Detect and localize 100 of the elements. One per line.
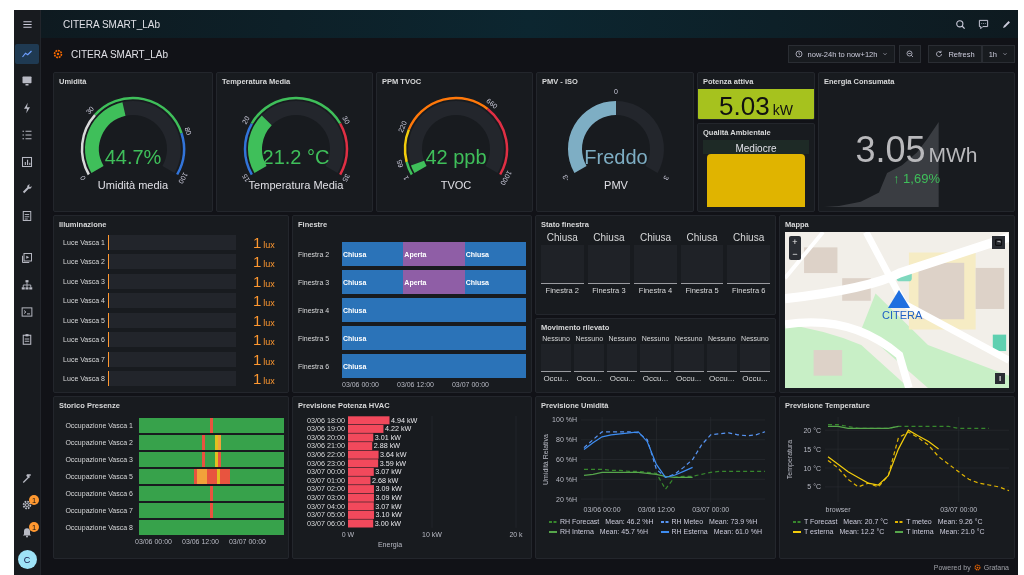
user-avatar[interactable]: C (17, 550, 37, 569)
state-tile (739, 344, 770, 372)
list-icon (21, 129, 33, 141)
bar-value: 1 (253, 292, 262, 309)
gauge-value: 44.7% (104, 146, 162, 168)
chart-bar (348, 519, 374, 528)
chart-bar (348, 467, 374, 476)
tile-value: Chiusa (639, 232, 672, 243)
map-marker-icon (888, 290, 910, 308)
feedback-button[interactable] (978, 18, 989, 30)
bar-unit: lux (263, 356, 275, 367)
gauge-value: 21.2 °C (262, 146, 330, 168)
state-tile (706, 344, 737, 372)
clock-icon (794, 50, 803, 58)
percent-change: ↑ 1,69% (893, 171, 940, 186)
bar-value: 1 (253, 253, 262, 270)
map-marker-label: CITERA (882, 309, 923, 321)
gear-icon (21, 499, 33, 511)
bell-icon (21, 526, 33, 538)
zoom-out-button[interactable]: − (789, 248, 801, 260)
state-tile (587, 245, 631, 284)
state-tile (541, 245, 584, 284)
bar-unit: lux (263, 298, 275, 308)
tile-label: Occu... (742, 374, 768, 383)
edit-icon (1001, 18, 1012, 30)
tile-value: Chiusa (593, 232, 625, 243)
sitemap-icon (21, 279, 33, 291)
zoom-out-icon (906, 50, 915, 58)
gauge-label: PMV (604, 179, 628, 191)
bar-unit: lux (263, 376, 275, 386)
tile-label: Occu... (675, 374, 702, 383)
bar-chart-icon (21, 156, 33, 168)
state-tile (634, 245, 677, 284)
chart-bar (348, 493, 374, 502)
gauge-value: Freddo (584, 146, 648, 168)
quality-value: Mediocre (703, 140, 809, 154)
bar-unit: lux (263, 239, 275, 250)
zoom-out-button[interactable] (899, 45, 922, 63)
stat-unit: kW (772, 102, 793, 118)
bar-value: 1 (253, 233, 262, 251)
gauge-value: 42 ppb (425, 146, 487, 168)
layers-icon (994, 238, 1003, 247)
state-tile (574, 344, 605, 372)
state-tile (640, 344, 671, 372)
state-tile (541, 344, 572, 372)
stat-unit: MWh (928, 143, 978, 167)
tile-value: Chiusa (546, 232, 578, 243)
tile-label: Occu... (576, 374, 602, 383)
hammer-icon (21, 472, 33, 484)
wrench-icon (21, 183, 33, 195)
chart-bar (348, 476, 371, 485)
chart-bar (348, 510, 375, 519)
zoom-in-button[interactable]: + (789, 236, 801, 248)
bar-unit: lux (263, 278, 275, 289)
tile-value: Chiusa (686, 232, 718, 243)
gauge-label: TVOC (440, 179, 472, 191)
chart-bar (348, 450, 379, 459)
menu-icon (21, 18, 33, 30)
search-icon (955, 18, 966, 30)
monitor-icon (21, 75, 33, 87)
tile-label: Occu... (709, 374, 735, 383)
chart-bar (348, 416, 390, 425)
state-tile (680, 245, 724, 284)
chart-bar (348, 485, 374, 494)
stat-value: 5.03 (719, 91, 770, 119)
chart-bar (348, 459, 379, 468)
logo-icon (53, 49, 63, 59)
state-tile (727, 245, 770, 284)
bar-unit: lux (263, 317, 275, 328)
gauge-label: Umidità media (97, 179, 169, 191)
terminal-icon (21, 306, 33, 318)
info-button[interactable] (995, 373, 1005, 384)
menu-button[interactable] (21, 18, 33, 30)
bar-unit: lux (263, 259, 275, 269)
document-icon (21, 210, 33, 222)
tile-label: Occu... (609, 374, 635, 383)
layers-button[interactable] (992, 236, 1005, 249)
chart-bar (348, 442, 373, 451)
tile-value: Chiusa (733, 232, 765, 243)
search-button[interactable] (955, 18, 966, 30)
chart-bar (348, 433, 374, 442)
caret-icon (882, 51, 889, 57)
bar-value: 1 (253, 350, 262, 368)
chart-bar (348, 502, 374, 511)
bar-value: 1 (253, 272, 262, 290)
bar-value: 1 (253, 331, 262, 348)
logo-icon (973, 563, 981, 571)
bar-value: 1 (253, 311, 262, 329)
dashboard-title: CITERA SMART_LAb (71, 48, 170, 60)
trend-icon (21, 48, 33, 60)
gauge-label: Temperatura Media (248, 179, 344, 191)
comment-icon (978, 18, 989, 30)
refresh-icon (935, 50, 944, 58)
app-title: CITERA SMART_LAb (63, 18, 162, 30)
bar-unit: lux (263, 337, 275, 347)
chart-bar (348, 424, 384, 433)
edit-button[interactable] (1001, 18, 1012, 30)
bolt-icon (21, 102, 33, 114)
tile-label: Occu... (642, 374, 669, 383)
bar-value: 1 (253, 370, 262, 387)
